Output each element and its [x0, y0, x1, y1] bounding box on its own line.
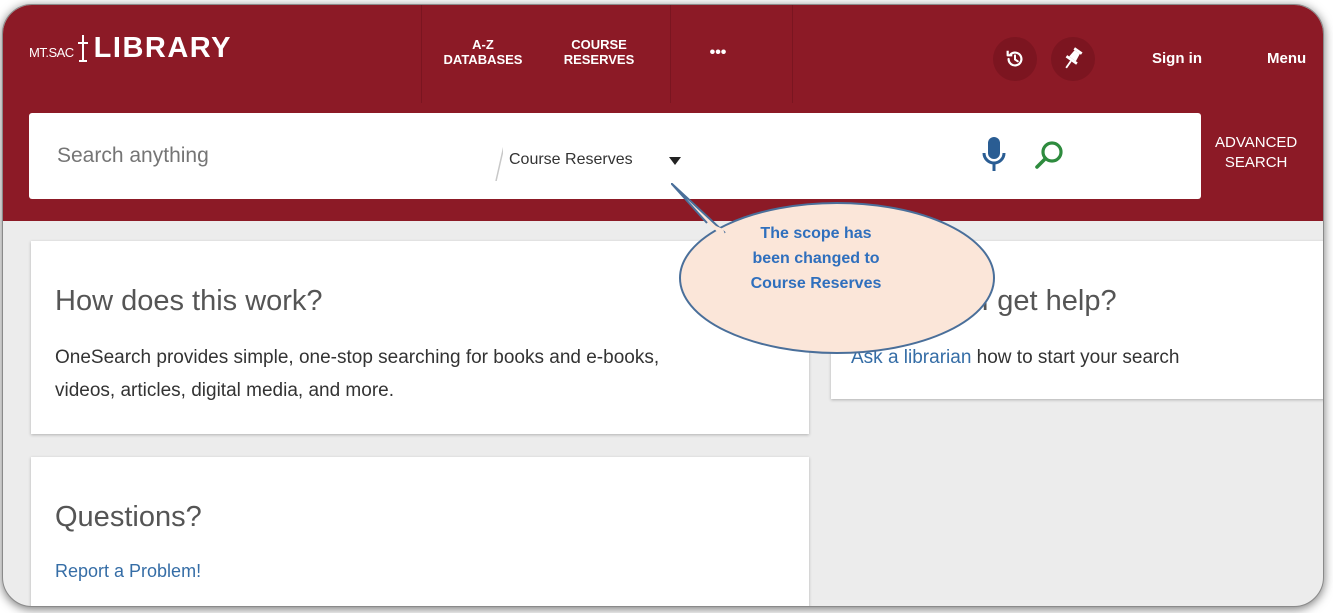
how-card-title: How does this work?: [55, 285, 323, 317]
report-problem-link[interactable]: Report a Problem!: [55, 561, 201, 581]
scope-select[interactable]: Course Reserves: [509, 151, 633, 169]
nav-divider: [792, 5, 793, 103]
logo-main-text: LIBRARY: [93, 32, 232, 64]
history-icon: [1006, 50, 1023, 67]
nav-az-line2: DATABASES: [443, 52, 523, 67]
nav-course-reserves[interactable]: COURSE RESERVES: [549, 37, 649, 67]
header: MT.SAC LIBRARY A-Z DATABASES COURSE RESE…: [3, 5, 1323, 221]
nav-bar: MT.SAC LIBRARY A-Z DATABASES COURSE RESE…: [3, 5, 1323, 103]
callout-line1: The scope has: [760, 225, 872, 242]
scope-divider: [495, 146, 503, 181]
more-button[interactable]: •••: [693, 45, 743, 61]
menu-button[interactable]: Menu: [1267, 50, 1306, 67]
nav-az-databases[interactable]: A-Z DATABASES: [433, 37, 533, 67]
callout-text: The scope has been changed to Course Res…: [721, 221, 911, 296]
help-card-body-text: how to start your search: [971, 347, 1180, 368]
history-button[interactable]: [993, 37, 1037, 81]
questions-card-title: Questions?: [55, 501, 202, 533]
nav-divider: [421, 5, 422, 103]
pin-button[interactable]: [1051, 37, 1095, 81]
pin-icon: [1065, 47, 1083, 69]
callout-line3: Course Reserves: [750, 275, 882, 292]
nav-course-line2: RESERVES: [563, 52, 635, 67]
search-icon[interactable]: [1034, 139, 1066, 171]
microphone-icon[interactable]: [981, 135, 1007, 175]
questions-card: Questions? Report a Problem!: [31, 457, 809, 606]
dropdown-arrow-icon[interactable]: [669, 157, 681, 165]
advanced-line1: ADVANCED: [1215, 134, 1298, 151]
advanced-search-link[interactable]: ADVANCED SEARCH: [1215, 133, 1297, 173]
callout-line2: been changed to: [752, 250, 880, 267]
logo-small-text: MT.SAC: [29, 45, 74, 60]
search-bar: Course Reserves: [29, 113, 1201, 199]
nav-course-line1: COURSE: [571, 37, 627, 52]
how-card-body-line1: OneSearch provides simple, one-stop sear…: [55, 347, 660, 368]
search-input[interactable]: [57, 144, 487, 168]
nav-divider: [670, 5, 671, 103]
library-logo[interactable]: MT.SAC LIBRARY: [29, 33, 232, 63]
advanced-line2: SEARCH: [1224, 154, 1288, 171]
nav-az-line1: A-Z: [472, 37, 494, 52]
sign-in-link[interactable]: Sign in: [1152, 50, 1202, 67]
browser-frame: MT.SAC LIBRARY A-Z DATABASES COURSE RESE…: [2, 4, 1324, 607]
how-card-body-line2: videos, articles, digital media, and mor…: [55, 380, 394, 401]
questions-card-body: Report a Problem!: [55, 555, 201, 588]
logo-tower-icon: [77, 35, 88, 62]
